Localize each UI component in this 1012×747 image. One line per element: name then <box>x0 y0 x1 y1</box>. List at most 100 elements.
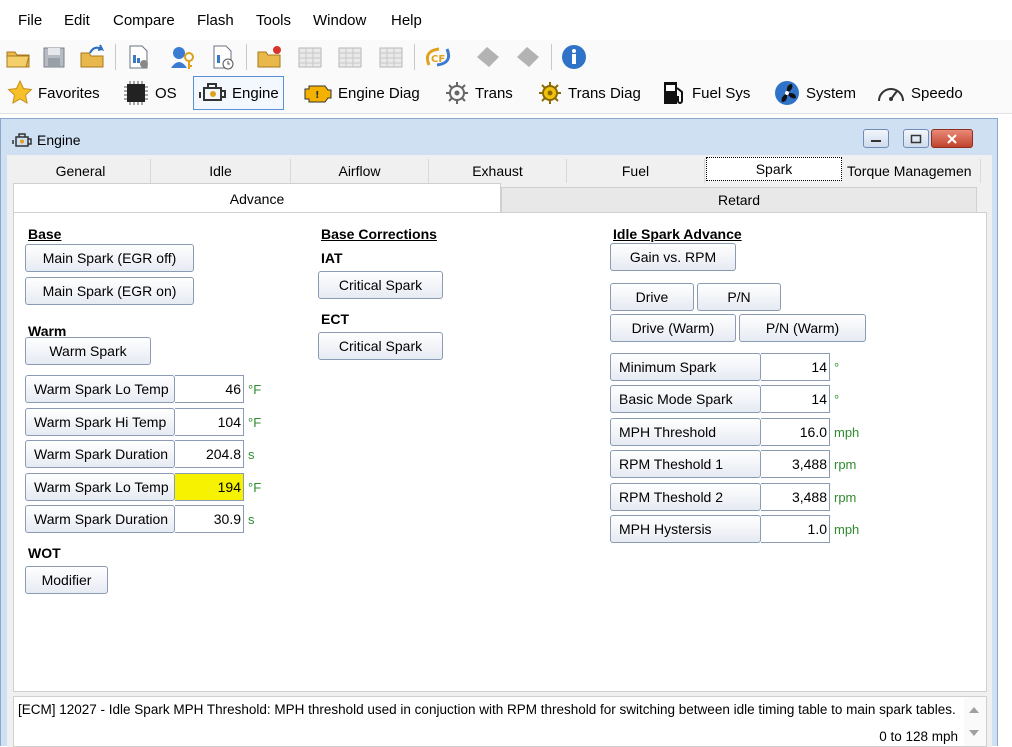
warm-spark-lo-temp-unit: °F <box>248 381 262 397</box>
menu-tools[interactable]: Tools <box>256 12 291 29</box>
trans-diag-label: Trans Diag <box>568 84 641 102</box>
info-icon[interactable] <box>560 43 588 71</box>
help-scrollbar[interactable] <box>964 697 986 746</box>
os-button[interactable]: OS <box>117 76 181 110</box>
svg-text:!: ! <box>315 90 320 101</box>
mph-hysteresis-unit: mph <box>834 521 860 537</box>
tab-fuel[interactable]: Fuel <box>567 159 705 183</box>
save-disk-icon[interactable] <box>40 43 68 71</box>
mph-threshold-label[interactable]: MPH Threshold <box>610 418 761 446</box>
warm-spark-lo-temp-value[interactable]: 46 <box>175 375 244 403</box>
advance-panel: Base Main Spark (EGR off) Main Spark (EG… <box>13 212 987 692</box>
chip-icon <box>124 81 148 105</box>
drive-button[interactable]: Drive <box>610 283 694 311</box>
toolbar-separator <box>551 44 552 70</box>
folder-compare-icon[interactable] <box>255 43 283 71</box>
export-folder-icon[interactable] <box>78 43 106 71</box>
tab-idle[interactable]: Idle <box>151 159 291 183</box>
menu-edit[interactable]: Edit <box>64 12 90 29</box>
warm-spark-lo-temp-2-label[interactable]: Warm Spark Lo Temp <box>25 473 175 501</box>
user-key-icon[interactable] <box>168 43 196 71</box>
minimize-button[interactable] <box>863 129 889 148</box>
table-icon <box>296 43 324 71</box>
rpm-threshold-2-label[interactable]: RPM Theshold 2 <box>610 483 761 511</box>
speedo-button[interactable]: Speedo <box>871 76 967 110</box>
warm-spark-hi-temp-label[interactable]: Warm Spark Hi Temp <box>25 408 175 436</box>
icon-toolbar: CF <box>0 40 1012 74</box>
trans-button[interactable]: Trans <box>439 76 517 110</box>
menu-file[interactable]: File <box>18 12 42 29</box>
favorites-label: Favorites <box>38 84 100 102</box>
tab-retard[interactable]: Retard <box>501 187 977 213</box>
menu-window[interactable]: Window <box>313 12 366 29</box>
speedometer-icon <box>878 88 904 102</box>
minimum-spark-value[interactable]: 14 <box>761 353 830 381</box>
tab-general[interactable]: General <box>11 159 151 183</box>
open-folder-icon[interactable] <box>4 43 32 71</box>
parameter-help-box: [ECM] 12027 - Idle Spark MPH Threshold: … <box>13 696 987 747</box>
warm-spark-lo-temp-2-value[interactable]: 194 <box>175 473 244 501</box>
drive-warm-button[interactable]: Drive (Warm) <box>610 314 736 342</box>
trans-diag-button[interactable]: Trans Diag <box>532 76 645 110</box>
warm-spark-duration-value[interactable]: 204.8 <box>175 440 244 468</box>
mph-hysteresis-label[interactable]: MPH Hystersis <box>610 515 761 543</box>
rpm-threshold-1-value[interactable]: 3,488 <box>761 450 830 478</box>
close-button[interactable] <box>931 129 973 148</box>
warm-spark-duration-label[interactable]: Warm Spark Duration <box>25 440 175 468</box>
warm-spark-lo-temp-label[interactable]: Warm Spark Lo Temp <box>25 375 175 403</box>
system-button[interactable]: System <box>768 76 860 110</box>
menu-flash[interactable]: Flash <box>197 12 234 29</box>
fuel-sys-button[interactable]: Fuel Sys <box>656 76 754 110</box>
mph-threshold-value[interactable]: 16.0 <box>761 418 830 446</box>
engine-diag-label: Engine Diag <box>338 84 420 102</box>
file-settings-icon[interactable] <box>124 43 152 71</box>
ect-critical-spark-button[interactable]: Critical Spark <box>318 332 443 360</box>
svg-text:CF: CF <box>431 54 445 65</box>
warm-spark-hi-temp-value[interactable]: 104 <box>175 408 244 436</box>
warm-spark-button[interactable]: Warm Spark <box>25 337 151 365</box>
warm-spark-duration-2-label[interactable]: Warm Spark Duration <box>25 505 175 533</box>
engine-window: Engine General Idle Airflow Exhaust Fuel… <box>0 118 998 747</box>
favorites-button[interactable]: Favorites <box>2 76 104 110</box>
gain-vs-rpm-button[interactable]: Gain vs. RPM <box>610 243 736 271</box>
parameter-description: [ECM] 12027 - Idle Spark MPH Threshold: … <box>18 702 956 717</box>
engine-button[interactable]: Engine <box>193 76 284 110</box>
window-title-text: Engine <box>37 132 81 148</box>
iat-critical-spark-button[interactable]: Critical Spark <box>318 271 443 299</box>
rpm-threshold-2-value[interactable]: 3,488 <box>761 483 830 511</box>
wot-heading: WOT <box>28 545 61 561</box>
menu-help[interactable]: Help <box>391 12 422 29</box>
rpm-threshold-1-label[interactable]: RPM Theshold 1 <box>610 450 761 478</box>
tab-torque-management[interactable]: Torque Managemen <box>843 159 981 183</box>
tab-airflow[interactable]: Airflow <box>291 159 429 183</box>
toolbar-separator <box>414 44 415 70</box>
mph-hysteresis-value[interactable]: 1.0 <box>761 515 830 543</box>
maximize-button[interactable] <box>903 129 929 148</box>
tab-spark[interactable]: Spark <box>706 157 842 181</box>
basic-mode-spark-label[interactable]: Basic Mode Spark <box>610 385 761 413</box>
tab-advance[interactable]: Advance <box>13 183 501 213</box>
modifier-button[interactable]: Modifier <box>25 566 108 594</box>
rpm-threshold-1-unit: rpm <box>834 456 857 472</box>
basic-mode-spark-unit: ° <box>834 391 840 407</box>
main-spark-egr-off-button[interactable]: Main Spark (EGR off) <box>25 244 194 272</box>
pn-warm-button[interactable]: P/N (Warm) <box>739 314 866 342</box>
engine-diag-button[interactable]: ! Engine Diag <box>298 76 424 110</box>
warm-spark-duration-2-unit: s <box>248 511 255 527</box>
pn-button[interactable]: P/N <box>697 283 781 311</box>
file-clock-icon[interactable] <box>208 43 236 71</box>
scroll-down-icon[interactable] <box>969 730 979 736</box>
main-spark-egr-on-button[interactable]: Main Spark (EGR on) <box>25 277 194 305</box>
minimum-spark-label[interactable]: Minimum Spark <box>610 353 761 381</box>
basic-mode-spark-value[interactable]: 14 <box>761 385 830 413</box>
menu-compare[interactable]: Compare <box>113 12 175 29</box>
warm-spark-duration-2-value[interactable]: 30.9 <box>175 505 244 533</box>
scroll-up-icon[interactable] <box>969 707 979 713</box>
warm-spark-duration-unit: s <box>248 446 255 462</box>
tab-exhaust[interactable]: Exhaust <box>429 159 567 183</box>
system-label: System <box>806 84 857 102</box>
rpm-threshold-2-unit: rpm <box>834 489 857 505</box>
check-engine-icon: ! <box>304 85 332 103</box>
checksum-icon[interactable]: CF <box>424 43 452 71</box>
window-title: Engine <box>11 131 81 149</box>
